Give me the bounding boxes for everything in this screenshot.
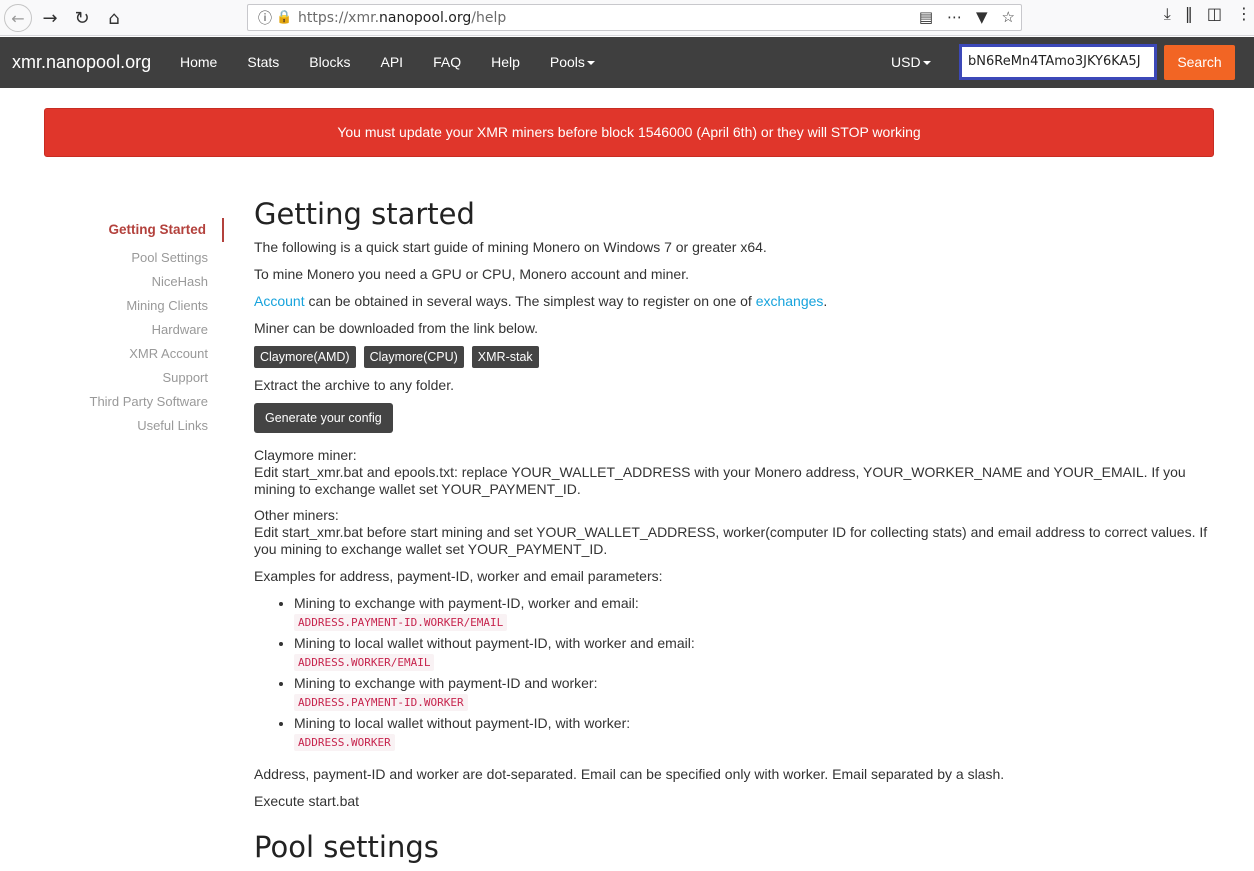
example-label: Mining to local wallet without payment-I…	[294, 715, 631, 731]
chevron-down-icon	[586, 61, 595, 66]
account-paragraph: Account can be obtained in several ways.…	[254, 292, 1214, 311]
generate-config-button[interactable]: Generate your config	[254, 403, 393, 433]
nav-links: Home Stats Blocks API FAQ Help Pools	[166, 37, 611, 88]
sidebar-item-hardware[interactable]: Hardware	[60, 318, 224, 342]
url-path: /help	[471, 9, 507, 26]
page-actions-icon[interactable]: ⋯	[947, 8, 962, 26]
update-alert: You must update your XMR miners before b…	[44, 108, 1214, 157]
list-item: Mining to local wallet without payment-I…	[294, 634, 1214, 671]
forward-icon[interactable]: →	[36, 4, 64, 32]
nav-help[interactable]: Help	[477, 37, 534, 88]
nav-faq[interactable]: FAQ	[419, 37, 475, 88]
example-label: Mining to local wallet without payment-I…	[294, 635, 695, 651]
download-claymore-cpu-button[interactable]: Claymore(CPU)	[363, 346, 464, 368]
lock-icon: 🔒	[276, 10, 293, 25]
example-label: Mining to exchange with payment-ID, work…	[294, 595, 639, 611]
site-brand[interactable]: xmr.nanopool.org	[12, 37, 151, 88]
library-icon[interactable]: ‖	[1185, 4, 1193, 24]
example-code: ADDRESS.WORKER/EMAIL	[294, 654, 435, 671]
sidebar-icon[interactable]: ◫	[1207, 4, 1222, 24]
sidebar-item-getting-started[interactable]: Getting Started	[60, 218, 224, 242]
section-title-pool-settings: Pool settings	[254, 830, 439, 864]
bookmark-star-icon[interactable]: ☆	[1002, 8, 1015, 26]
sidebar-item-xmr-account[interactable]: XMR Account	[60, 342, 224, 366]
nav-blocks[interactable]: Blocks	[295, 37, 364, 88]
download-xmr-stak-button[interactable]: XMR-stak	[471, 346, 539, 368]
search-button[interactable]: Search	[1164, 45, 1235, 80]
list-item: Mining to exchange with payment-ID and w…	[294, 674, 1214, 711]
download-text: Miner can be downloaded from the link be…	[254, 320, 539, 336]
reload-icon[interactable]: ↻	[68, 4, 96, 32]
help-sidebar: Getting Started Pool Settings NiceHash M…	[60, 218, 224, 438]
other-heading: Other miners:	[254, 507, 339, 523]
currency-dropdown[interactable]: USD	[891, 37, 931, 88]
account-text: can be obtained in several ways. The sim…	[304, 293, 756, 309]
nav-pools-dropdown[interactable]: Pools	[536, 37, 609, 88]
sidebar-item-pool-settings[interactable]: Pool Settings	[60, 246, 224, 270]
account-end: .	[823, 293, 828, 309]
example-code: ADDRESS.PAYMENT-ID.WORKER/EMAIL	[294, 614, 508, 631]
sidebar-item-useful-links[interactable]: Useful Links	[60, 414, 224, 438]
other-text: Edit start_xmr.bat before start mining a…	[254, 524, 1208, 557]
site-navbar: xmr.nanopool.org Home Stats Blocks API F…	[0, 37, 1254, 88]
nav-pools-label: Pools	[549, 54, 585, 70]
claymore-text: Edit start_xmr.bat and epools.txt: repla…	[254, 464, 1186, 497]
search-input[interactable]: bN6ReMn4TAmo3JKY6KA5J	[959, 44, 1157, 80]
url-domain: nanopool.org	[379, 9, 472, 26]
separator-note: Address, payment-ID and worker are dot-s…	[254, 766, 1005, 782]
nav-home[interactable]: Home	[166, 37, 231, 88]
intro-text: The following is a quick start guide of …	[254, 239, 767, 255]
home-icon[interactable]: ⌂	[100, 4, 128, 32]
example-code: ADDRESS.PAYMENT-ID.WORKER	[294, 694, 468, 711]
list-item: Mining to exchange with payment-ID, work…	[294, 594, 1214, 631]
reader-view-icon[interactable]: ▤	[919, 8, 933, 26]
list-item: Mining to local wallet without payment-I…	[294, 714, 1214, 751]
download-icon[interactable]: ⤓	[1164, 4, 1171, 24]
back-icon[interactable]: ←	[4, 4, 32, 32]
examples-list: Mining to exchange with payment-ID, work…	[294, 594, 1214, 751]
currency-label: USD	[891, 54, 921, 70]
claymore-instructions: Claymore miner: Edit start_xmr.bat and e…	[254, 447, 1214, 498]
nav-api[interactable]: API	[367, 37, 418, 88]
example-code: ADDRESS.WORKER	[294, 734, 395, 751]
examples-intro: Examples for address, payment-ID, worker…	[254, 568, 663, 584]
sidebar-item-mining-clients[interactable]: Mining Clients	[60, 294, 224, 318]
other-miners-instructions: Other miners: Edit start_xmr.bat before …	[254, 507, 1214, 558]
url-prefix: https://xmr.	[298, 9, 380, 26]
sidebar-item-support[interactable]: Support	[60, 366, 224, 390]
info-icon[interactable]: ⓘ	[254, 8, 276, 28]
page-title: Getting started	[254, 197, 475, 231]
example-label: Mining to exchange with payment-ID and w…	[294, 675, 598, 691]
menu-icon[interactable]: ⋮	[1236, 4, 1252, 24]
exchanges-link[interactable]: exchanges	[756, 293, 824, 309]
address-bar[interactable]: ⓘ 🔒 https://xmr.nanopool.org/help ▤ ⋯ ▼ …	[247, 4, 1022, 31]
sidebar-item-nicehash[interactable]: NiceHash	[60, 270, 224, 294]
browser-toolbar: ← → ↻ ⌂ ⓘ 🔒 https://xmr.nanopool.org/hel…	[0, 0, 1254, 36]
chevron-down-icon	[922, 61, 931, 66]
sidebar-item-third-party-software[interactable]: Third Party Software	[60, 390, 224, 414]
url-text[interactable]: https://xmr.nanopool.org/help	[298, 10, 506, 26]
main-content: Getting started The following is a quick…	[254, 196, 1214, 871]
download-buttons: Claymore(AMD) Claymore(CPU) XMR-stak	[254, 346, 1214, 368]
extract-text: Extract the archive to any folder.	[254, 377, 454, 393]
pocket-icon[interactable]: ▼	[976, 8, 988, 26]
claymore-heading: Claymore miner:	[254, 447, 357, 463]
download-claymore-amd-button[interactable]: Claymore(AMD)	[254, 346, 356, 368]
nav-stats[interactable]: Stats	[233, 37, 293, 88]
execute-text: Execute start.bat	[254, 793, 360, 809]
account-link[interactable]: Account	[254, 293, 305, 309]
requirements-text: To mine Monero you need a GPU or CPU, Mo…	[254, 266, 689, 282]
